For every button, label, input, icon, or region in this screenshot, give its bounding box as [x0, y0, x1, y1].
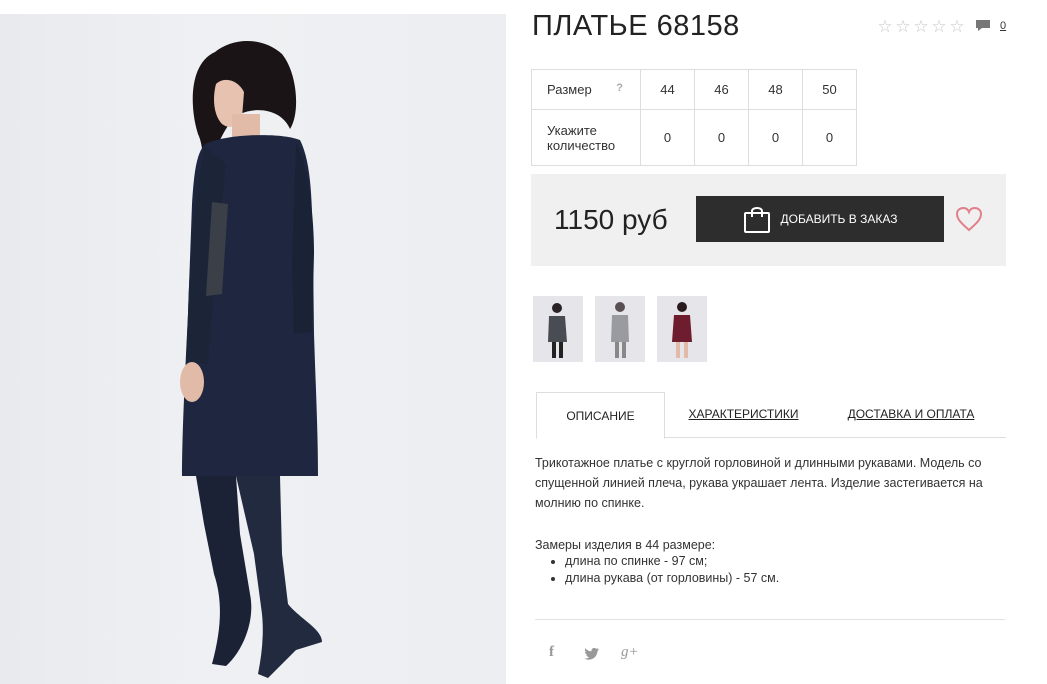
color-thumbnail-light-gray[interactable] — [595, 296, 645, 362]
measurements: Замеры изделия в 44 размере: длина по сп… — [535, 538, 779, 587]
star-icon[interactable]: ☆ — [894, 17, 912, 37]
price-panel: 1150 руб ДОБАВИТЬ В ЗАКАЗ — [531, 174, 1006, 266]
size-cell: 44 — [640, 69, 695, 110]
color-thumbnail-gray[interactable] — [533, 296, 583, 362]
shopping-bag-icon — [743, 207, 770, 233]
star-icon[interactable]: ☆ — [948, 17, 966, 37]
product-tabs: ОПИСАНИЕ ХАРАКТЕРИСТИКИ ДОСТАВКА И ОПЛАТ… — [536, 392, 1006, 439]
quantity-input[interactable]: 0 — [802, 109, 857, 166]
facebook-icon[interactable]: f — [549, 644, 554, 661]
measurements-list: длина по спинке - 97 см; длина рукава (о… — [535, 553, 779, 587]
size-label: Размер — [547, 82, 592, 97]
product-title: ПЛАТЬЕ 68158 — [532, 10, 740, 42]
price: 1150 руб — [554, 204, 668, 235]
divider — [535, 619, 1005, 620]
quantity-label: Укажите количество — [531, 109, 641, 166]
measurements-title: Замеры изделия в 44 размере: — [535, 538, 716, 552]
thumbnail-image — [672, 302, 692, 358]
add-to-order-label: ДОБАВИТЬ В ЗАКАЗ — [780, 212, 898, 226]
color-thumbnail-burgundy[interactable] — [657, 296, 707, 362]
size-help-icon[interactable]: ? — [616, 82, 623, 94]
size-cell: 46 — [694, 69, 749, 110]
quantity-row: Укажите количество 0 0 0 0 — [531, 109, 857, 166]
model-figure — [180, 41, 322, 678]
tab-delivery-payment[interactable]: ДОСТАВКА И ОПЛАТА — [841, 392, 981, 436]
list-item: длина по спинке - 97 см; — [565, 553, 779, 570]
thumbnail-image — [611, 302, 629, 358]
list-item: длина рукава (от горловины) - 57 см. — [565, 570, 779, 587]
description-text: Трикотажное платье с круглой горловиной … — [535, 456, 983, 510]
quantity-input[interactable]: 0 — [640, 109, 695, 166]
add-to-order-button[interactable]: ДОБАВИТЬ В ЗАКАЗ — [696, 196, 944, 242]
thumbnail-image — [548, 303, 567, 358]
star-icon[interactable]: ☆ — [930, 17, 948, 37]
tab-label: ОПИСАНИЕ — [566, 408, 635, 423]
tab-characteristics[interactable]: ХАРАКТЕРИСТИКИ — [681, 392, 806, 436]
twitter-icon[interactable] — [584, 647, 600, 660]
tab-label: ДОСТАВКА И ОПЛАТА — [847, 407, 975, 421]
size-cell: 48 — [748, 69, 803, 110]
size-quantity-table: Размер ? 44 46 48 50 Укажите количество … — [531, 69, 857, 166]
rating-stars[interactable]: ☆ ☆ ☆ ☆ ☆ — [876, 17, 966, 37]
comment-icon[interactable] — [975, 19, 991, 32]
star-icon[interactable]: ☆ — [912, 17, 930, 37]
tab-description[interactable]: ОПИСАНИЕ — [536, 392, 665, 439]
product-main-photo[interactable] — [0, 14, 506, 684]
star-icon[interactable]: ☆ — [876, 17, 894, 37]
comment-count-link[interactable]: 0 — [1000, 20, 1006, 32]
quantity-input[interactable]: 0 — [694, 109, 749, 166]
size-cell: 50 — [802, 69, 857, 110]
google-plus-icon[interactable]: g+ — [621, 644, 639, 661]
heart-icon[interactable] — [955, 206, 983, 232]
tab-label: ХАРАКТЕРИСТИКИ — [688, 407, 799, 421]
size-row: Размер ? 44 46 48 50 — [531, 69, 857, 110]
quantity-input[interactable]: 0 — [748, 109, 803, 166]
size-label-cell: Размер ? — [531, 69, 641, 110]
